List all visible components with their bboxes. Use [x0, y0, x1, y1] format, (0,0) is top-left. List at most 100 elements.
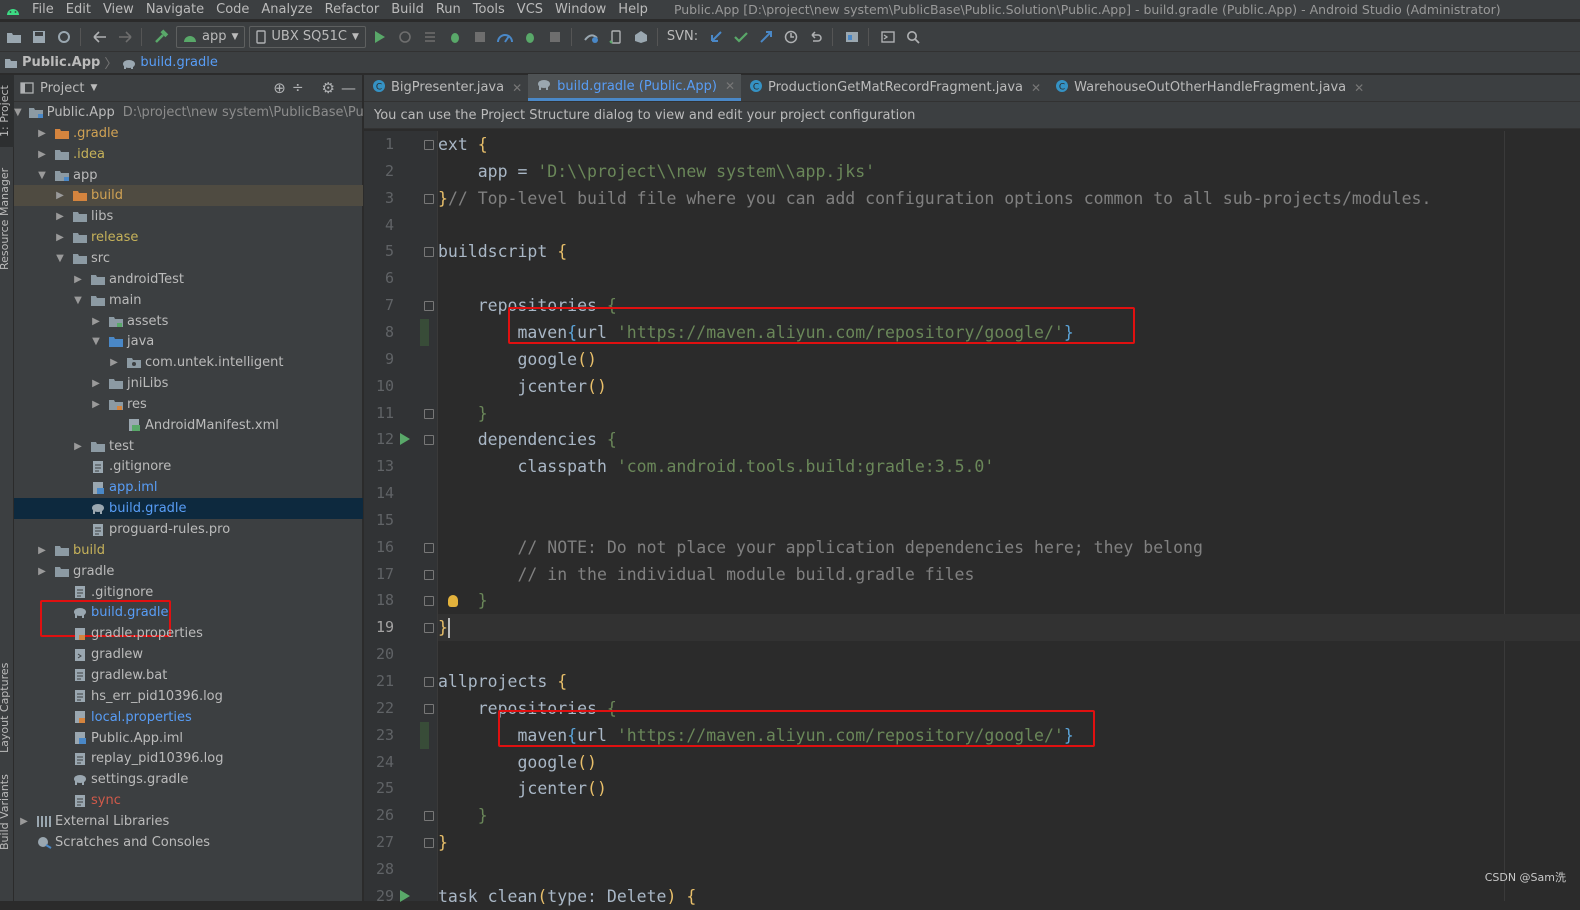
attach-debugger-icon[interactable] — [519, 26, 541, 48]
tree-item[interactable]: ▶ .gradle — [14, 123, 363, 144]
tree-item[interactable]: Public.App.iml — [14, 728, 363, 749]
tree-item[interactable]: ▶ res — [14, 394, 363, 415]
tree-item[interactable]: gradle.properties — [14, 623, 363, 644]
fold-marker-icon[interactable] — [424, 838, 434, 849]
editor-tab[interactable]: C BigPresenter.java ✕ — [364, 74, 528, 101]
back-arrow-icon[interactable] — [89, 26, 111, 48]
tree-item[interactable]: ▶ com.untek.intelligent — [14, 352, 363, 373]
menu-build[interactable]: Build — [385, 0, 430, 19]
expand-arrow-right-icon[interactable]: ▶ — [36, 566, 48, 577]
tree-item[interactable]: ▶ build — [14, 185, 363, 207]
tree-item[interactable]: hs_err_pid10396.log — [14, 686, 363, 707]
vcs-change-marker[interactable] — [420, 318, 429, 346]
tree-item[interactable]: ▼ app — [14, 165, 363, 186]
menu-tools[interactable]: Tools — [467, 0, 511, 19]
gradle-sync-icon[interactable] — [580, 26, 602, 48]
fold-marker-icon[interactable] — [424, 435, 434, 446]
menu-code[interactable]: Code — [210, 0, 255, 19]
run-gutter-icon[interactable] — [400, 433, 410, 446]
menu-help[interactable]: Help — [612, 0, 654, 19]
tree-item[interactable]: .gitignore — [14, 582, 363, 603]
close-tab-icon[interactable]: ✕ — [512, 81, 522, 95]
svn-history-icon[interactable] — [780, 26, 802, 48]
menu-file[interactable]: File — [26, 0, 60, 19]
locate-file-icon[interactable]: ⊕ — [273, 79, 286, 97]
expand-arrow-right-icon[interactable]: ▶ — [108, 357, 120, 368]
expand-arrow-right-icon[interactable]: ▶ — [54, 211, 66, 222]
tree-item[interactable]: ▼ main — [14, 290, 363, 311]
expand-arrow-right-icon[interactable]: ▶ — [36, 128, 48, 139]
avd-manager-icon[interactable] — [605, 26, 627, 48]
tree-item[interactable]: ▶ androidTest — [14, 269, 363, 290]
menu-run[interactable]: Run — [430, 0, 467, 19]
expand-arrow-right-icon[interactable]: ▶ — [18, 816, 30, 827]
resource-manager-tool-label[interactable]: Resource Manager — [0, 168, 11, 270]
menu-vcs[interactable]: VCS — [511, 0, 549, 19]
coverage-icon[interactable] — [469, 26, 491, 48]
device-selector[interactable]: UBX SQ51C ▼ — [249, 25, 366, 48]
tree-item[interactable]: ▶ test — [14, 436, 363, 457]
editor-tab[interactable]: build.gradle (Public.App) ✕ — [528, 74, 742, 101]
tree-item[interactable]: local.properties — [14, 707, 363, 728]
layout-captures-tool-label[interactable]: Layout Captures — [0, 663, 11, 753]
tree-item[interactable]: gradlew — [14, 644, 363, 665]
apply-changes-icon[interactable] — [394, 26, 416, 48]
menu-analyze[interactable]: Analyze — [255, 0, 318, 19]
expand-arrow-down-icon[interactable]: ▼ — [72, 295, 84, 306]
expand-arrow-right-icon[interactable]: ▶ — [90, 399, 102, 410]
project-view-selector[interactable]: Project — [40, 81, 84, 96]
stop-icon[interactable] — [544, 26, 566, 48]
expand-arrow-right-icon[interactable]: ▶ — [72, 274, 84, 285]
project-structure-icon[interactable] — [841, 26, 863, 48]
breadcrumb-project[interactable]: Public.App — [22, 55, 100, 70]
tree-item[interactable]: ▼ java — [14, 331, 363, 352]
fold-marker-icon[interactable] — [424, 623, 434, 634]
close-tab-icon[interactable]: ✕ — [1354, 81, 1364, 95]
tree-item[interactable]: proguard-rules.pro — [14, 519, 363, 540]
fold-marker-icon[interactable] — [424, 703, 434, 714]
intention-bulb-icon[interactable] — [448, 595, 458, 608]
module-selector[interactable]: app ▼ — [176, 25, 246, 48]
debug-bug-icon[interactable] — [444, 26, 466, 48]
tree-item[interactable]: ▶ libs — [14, 206, 363, 227]
tree-item[interactable]: AndroidManifest.xml — [14, 415, 363, 436]
tree-item[interactable]: ▶ release — [14, 227, 363, 248]
fold-marker-icon[interactable] — [424, 596, 434, 607]
hide-panel-icon[interactable]: — — [341, 79, 356, 97]
expand-arrow-right-icon[interactable]: ▶ — [36, 149, 48, 160]
vcs-change-marker[interactable] — [420, 721, 429, 749]
fold-marker-icon[interactable] — [424, 408, 434, 419]
svn-commit-icon[interactable] — [730, 26, 752, 48]
tree-item[interactable]: ▶ jniLibs — [14, 373, 363, 394]
tree-item[interactable]: Scratches and Consoles — [14, 832, 363, 853]
expand-arrow-right-icon[interactable]: ▶ — [36, 545, 48, 556]
menu-edit[interactable]: Edit — [60, 0, 97, 19]
fold-marker-icon[interactable] — [424, 140, 434, 150]
tree-item[interactable]: ▼ Public.App D:\project\new system\PublicB… — [14, 102, 399, 123]
chevron-down-icon[interactable]: ▼ — [90, 83, 97, 93]
tree-item[interactable]: gradlew.bat — [14, 665, 363, 686]
expand-arrow-right-icon[interactable]: ▶ — [90, 316, 102, 327]
tree-item[interactable]: app.iml — [14, 477, 363, 498]
expand-arrow-down-icon[interactable]: ▼ — [14, 107, 22, 118]
menu-window[interactable]: Window — [549, 0, 612, 19]
editor-tab[interactable]: C WarehouseOutOtherHandleFragment.java ✕ — [1047, 74, 1370, 101]
svn-compare-icon[interactable] — [755, 26, 777, 48]
tree-item[interactable]: ▼ src — [14, 248, 363, 269]
code-area[interactable]: ext { app = 'D:\\project\\new system\\ap… — [438, 131, 1580, 906]
tree-item[interactable]: settings.gradle — [14, 769, 363, 790]
project-tool-label[interactable]: 1: Project — [0, 85, 11, 137]
fold-marker-icon[interactable] — [424, 247, 434, 258]
collapse-all-icon[interactable]: ÷ — [292, 80, 304, 96]
menu-navigate[interactable]: Navigate — [140, 0, 210, 19]
tree-item[interactable]: ▶ gradle — [14, 561, 363, 582]
expand-arrow-right-icon[interactable]: ▶ — [90, 378, 102, 389]
fold-marker-icon[interactable] — [424, 569, 434, 580]
tree-item[interactable]: build.gradle — [14, 498, 363, 520]
forward-arrow-icon[interactable] — [114, 26, 136, 48]
expand-arrow-down-icon[interactable]: ▼ — [54, 253, 66, 264]
fold-marker-icon[interactable] — [424, 301, 434, 312]
close-tab-icon[interactable]: ✕ — [725, 79, 735, 93]
run-gutter-icon[interactable] — [400, 889, 410, 902]
run-icon[interactable] — [369, 26, 391, 48]
